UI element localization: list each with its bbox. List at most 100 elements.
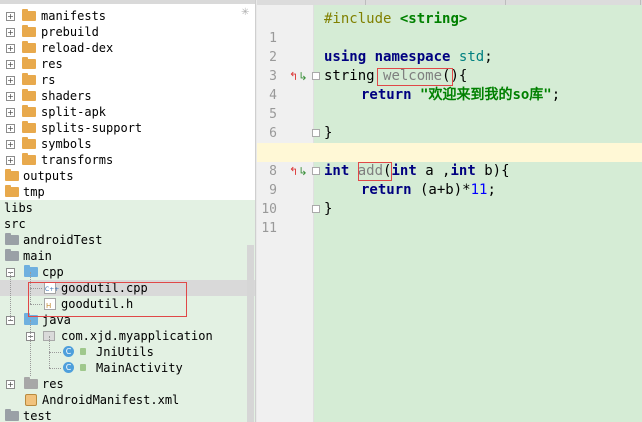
annotation-box-welcome	[377, 68, 453, 86]
tree-item-label: src	[4, 217, 26, 231]
preprocessor-token: #include	[324, 11, 392, 27]
code-line-10[interactable]: 10 return (a+b)*11;	[257, 181, 642, 217]
expression-token: (a+b)*	[411, 182, 471, 198]
tree-item-label: res	[42, 377, 64, 391]
folder-icon	[22, 73, 36, 85]
expand-icon[interactable]: +	[6, 380, 15, 389]
tree-item-outputs[interactable]: outputs	[0, 168, 256, 184]
tree-item-label: reload-dex	[41, 41, 114, 55]
folder-icon	[5, 185, 19, 197]
folder-icon	[22, 105, 36, 117]
tree-item-label: shaders	[41, 89, 92, 103]
code-line-5[interactable]: 5 return "欢迎来到我的so库";	[257, 86, 642, 122]
expand-icon[interactable]: +	[6, 12, 15, 21]
fold-icon[interactable]	[312, 129, 320, 137]
tree-item-symbols[interactable]: + symbols	[0, 136, 256, 152]
code-text: return (a+b)*11;	[361, 181, 496, 200]
code-line-6[interactable]: 6	[257, 105, 642, 141]
annotation-box-add	[358, 162, 392, 181]
code-line-3[interactable]: 3 using namespace std;	[257, 48, 642, 84]
annotation-box-source-files	[28, 282, 187, 317]
tree-item-label: rs	[41, 73, 56, 87]
expand-icon[interactable]: +	[6, 28, 15, 37]
tree-item-splits-support[interactable]: + splits-support	[0, 120, 256, 136]
tree-item-rs[interactable]: + rs	[0, 72, 256, 88]
expand-icon[interactable]: +	[6, 156, 15, 165]
tree-top-scroll-edge	[0, 0, 256, 4]
tree-item-jniutils[interactable]: C JniUtils	[0, 344, 256, 360]
expand-icon[interactable]: +	[6, 108, 15, 117]
tree-item-main[interactable]: main	[0, 248, 256, 264]
type-token: string	[324, 68, 375, 84]
code-line-1[interactable]: 1 #include <string>	[257, 10, 642, 46]
expand-icon[interactable]: +	[6, 60, 15, 69]
code-line-9[interactable]: 9 ↰↳ int add(int a ,int b){	[257, 162, 642, 198]
expand-icon[interactable]: +	[6, 44, 15, 53]
code-editor[interactable]: 1 #include <string> 2 3 using namespace …	[257, 0, 642, 422]
tree-item-prebuild[interactable]: + prebuild	[0, 24, 256, 40]
class-icon: C	[63, 346, 74, 357]
expand-icon[interactable]: +	[6, 124, 15, 133]
tree-item-res[interactable]: + res	[0, 56, 256, 72]
tree-item-label: manifests	[41, 9, 107, 23]
tree-item-label: cpp	[42, 265, 64, 279]
folder-icon	[22, 9, 36, 21]
fold-icon[interactable]	[312, 167, 320, 175]
tree-item-label: com.xjd.myapplication	[61, 329, 213, 343]
jni-navigation-icon[interactable]: ↰↳	[289, 166, 307, 177]
string-literal: "欢迎来到我的so库"	[420, 87, 552, 103]
tree-item-test[interactable]: test	[0, 408, 256, 422]
tree-item-manifests[interactable]: + manifests	[0, 8, 256, 24]
code-line-2[interactable]: 2	[257, 29, 642, 65]
expand-icon[interactable]: +	[6, 92, 15, 101]
resources-folder-icon	[24, 377, 38, 389]
folder-icon	[5, 249, 19, 261]
tree-item-transforms[interactable]: + transforms	[0, 152, 256, 168]
expand-icon[interactable]: +	[6, 140, 15, 149]
tree-item-reload-dex[interactable]: + reload-dex	[0, 40, 256, 56]
fold-icon[interactable]	[312, 72, 320, 80]
code-text: #include <string>	[324, 10, 467, 29]
line-number: 11	[261, 221, 277, 236]
parameter-token: b){	[475, 163, 510, 179]
tree-scrollbar[interactable]	[247, 245, 254, 422]
punctuation-token: ;	[487, 182, 496, 198]
tree-item-androidmanifest[interactable]: AndroidManifest.xml	[0, 392, 256, 408]
tree-item-src[interactable]: src	[0, 216, 256, 232]
fold-icon[interactable]	[312, 205, 320, 213]
number-literal: 11	[470, 182, 488, 198]
tree-item-package[interactable]: − com.xjd.myapplication	[0, 328, 256, 344]
punctuation-token: ;	[551, 87, 561, 103]
class-icon: C	[63, 362, 74, 373]
namespace-token: std	[458, 49, 485, 65]
lock-icon	[80, 348, 86, 355]
code-line-11[interactable]: 11 }	[257, 200, 642, 236]
tree-item-split-apk[interactable]: + split-apk	[0, 104, 256, 120]
jni-navigation-icon[interactable]: ↰↳	[289, 71, 307, 82]
tree-item-mainactivity[interactable]: C MainActivity	[0, 360, 256, 376]
tree-item-androidtest[interactable]: androidTest	[0, 232, 256, 248]
code-text: using namespace std;	[324, 48, 493, 67]
tree-item-label: libs	[4, 201, 33, 215]
tree-item-label: outputs	[23, 169, 74, 183]
tree-item-label: main	[23, 249, 52, 263]
tree-item-cpp[interactable]: − cpp	[0, 264, 256, 280]
tree-item-label: res	[41, 57, 63, 71]
folder-icon	[5, 233, 19, 245]
project-tree[interactable]: + manifests + prebuild + reload-dex + re…	[0, 0, 256, 422]
parameter-token: a ,	[416, 163, 451, 179]
tree-item-shaders[interactable]: + shaders	[0, 88, 256, 104]
tree-item-libs[interactable]: libs	[0, 200, 256, 216]
tree-item-tmp[interactable]: tmp	[0, 184, 256, 200]
manifest-icon	[25, 394, 37, 406]
folder-icon	[22, 153, 36, 165]
expand-icon[interactable]: +	[6, 76, 15, 85]
tree-connector	[10, 272, 11, 320]
keyword-token: int	[391, 163, 417, 179]
code-text: }	[324, 201, 333, 217]
tree-connector	[49, 352, 61, 353]
code-line-7[interactable]: 7 }	[257, 124, 642, 160]
tree-item-res-main[interactable]: + res	[0, 376, 256, 392]
code-line-8[interactable]: 8	[257, 143, 642, 179]
punctuation-token: ;	[484, 49, 493, 65]
